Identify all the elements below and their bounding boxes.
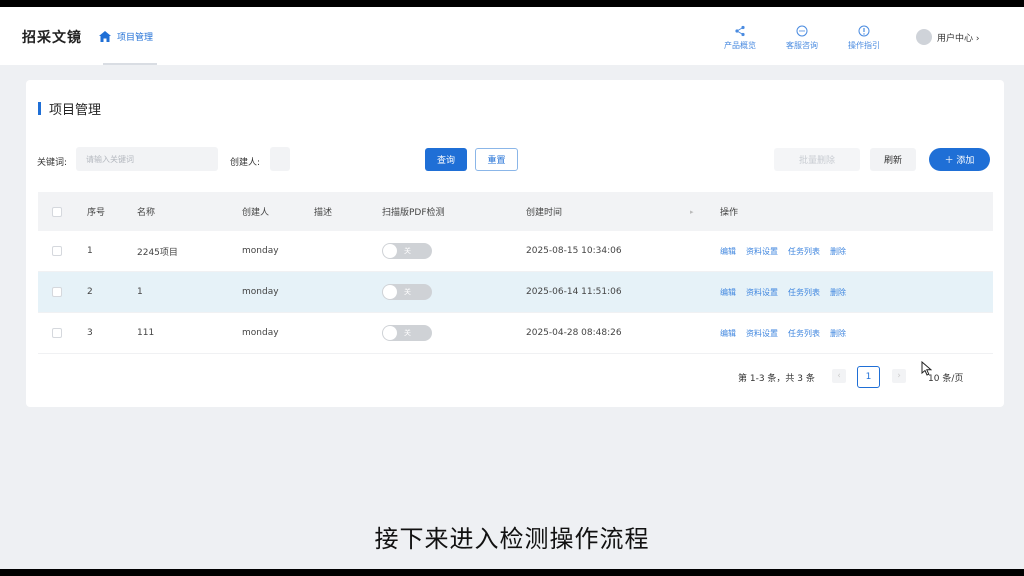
- nav-label: 产品概览: [724, 41, 756, 50]
- settings-link[interactable]: 资料设置: [746, 246, 778, 257]
- avatar: [916, 29, 932, 45]
- title-accent-bar: [38, 102, 41, 115]
- nav-product-overview[interactable]: 产品概览: [724, 25, 756, 51]
- toggle-label: 关: [404, 288, 411, 296]
- tab-underline: [103, 63, 157, 65]
- task-list-link[interactable]: 任务列表: [788, 287, 820, 298]
- prev-page-button[interactable]: ‹: [832, 369, 846, 383]
- cell-index: 1: [87, 246, 93, 256]
- nav-customer-service[interactable]: 客服咨询: [786, 25, 818, 51]
- batch-delete-button[interactable]: 批量删除: [774, 148, 860, 171]
- page-number-button[interactable]: 1: [857, 366, 880, 388]
- pdf-check-toggle[interactable]: 关: [382, 272, 432, 312]
- col-ops: 操作: [720, 208, 739, 218]
- page-title: 项目管理: [38, 99, 101, 118]
- task-list-link[interactable]: 任务列表: [788, 246, 820, 257]
- row-ops: 编辑 资料设置 任务列表 删除: [720, 272, 846, 312]
- page-title-text: 项目管理: [49, 103, 102, 118]
- refresh-button[interactable]: 刷新: [870, 148, 916, 171]
- cell-name: 1: [137, 287, 143, 297]
- toggle-label: 关: [404, 247, 411, 255]
- checkbox[interactable]: [52, 246, 62, 256]
- col-created: 创建时间: [526, 208, 563, 218]
- user-center[interactable]: 用户中心 ›: [916, 29, 979, 45]
- row-ops: 编辑 资料设置 任务列表 删除: [720, 231, 846, 271]
- task-list-link[interactable]: 任务列表: [788, 328, 820, 339]
- settings-link[interactable]: 资料设置: [746, 328, 778, 339]
- pdf-check-toggle[interactable]: 关: [382, 231, 432, 271]
- delete-link[interactable]: 删除: [830, 328, 846, 339]
- table-header: 序号 名称 创建人 描述 扫描版PDF检测 创建时间 ▸ 操作: [38, 192, 993, 231]
- delete-link[interactable]: 删除: [830, 287, 846, 298]
- breadcrumb-label: 项目管理: [117, 33, 154, 43]
- cell-created: 2025-04-28 08:48:26: [526, 328, 622, 338]
- breadcrumb[interactable]: 项目管理: [99, 30, 153, 43]
- row-checkbox[interactable]: [52, 231, 62, 271]
- chat-icon: [796, 25, 808, 37]
- edit-link[interactable]: 编辑: [720, 246, 736, 257]
- col-creator: 创建人: [242, 208, 270, 218]
- creator-input[interactable]: [270, 147, 290, 171]
- video-subtitle: 接下来进入检测操作流程: [374, 525, 650, 553]
- checkbox[interactable]: [52, 287, 62, 297]
- settings-link[interactable]: 资料设置: [746, 287, 778, 298]
- col-name: 名称: [137, 208, 156, 218]
- table-row: 3 111 monday 关 2025-04-28 08:48:26 编辑 资料…: [38, 313, 993, 354]
- cell-name: 111: [137, 328, 155, 338]
- project-card: 项目管理 关键词: 请输入关键词 创建人: 查询 重置 批量删除 刷新 ＋ 添加…: [26, 80, 1004, 407]
- col-index: 序号: [87, 208, 106, 218]
- pdf-check-toggle[interactable]: 关: [382, 313, 432, 353]
- checkbox[interactable]: [52, 206, 62, 217]
- table-row: 1 2245项目 monday 关 2025-08-15 10:34:06 编辑…: [38, 231, 993, 272]
- delete-link[interactable]: 删除: [830, 246, 846, 257]
- info-icon: [858, 25, 870, 37]
- row-checkbox[interactable]: [52, 272, 62, 312]
- keyword-label: 关键词:: [37, 158, 68, 168]
- cell-created: 2025-06-14 11:51:06: [526, 287, 622, 297]
- select-all-checkbox[interactable]: [52, 192, 62, 231]
- cell-creator: monday: [242, 246, 279, 256]
- mouse-cursor-icon: [921, 361, 932, 376]
- next-page-button[interactable]: ›: [892, 369, 906, 383]
- sort-icon[interactable]: ▸: [690, 192, 694, 231]
- checkbox[interactable]: [52, 328, 62, 338]
- top-bar: 招采文镜 项目管理 产品概览 客服咨询 操作指引 用户中心 ›: [0, 7, 1024, 65]
- table-row: 2 1 monday 关 2025-06-14 11:51:06 编辑 资料设置…: [38, 272, 993, 313]
- row-checkbox[interactable]: [52, 313, 62, 353]
- cell-index: 3: [87, 328, 93, 338]
- toggle-label: 关: [404, 329, 411, 337]
- app-screen: 招采文镜 项目管理 产品概览 客服咨询 操作指引 用户中心 › 项目管理 关键词…: [0, 7, 1024, 569]
- nav-label: 客服咨询: [786, 41, 818, 50]
- cell-name: 2245项目: [137, 247, 178, 258]
- col-desc: 描述: [314, 208, 333, 218]
- row-ops: 编辑 资料设置 任务列表 删除: [720, 313, 846, 353]
- page-size-select[interactable]: 10 条/页: [928, 371, 963, 384]
- cell-created: 2025-08-15 10:34:06: [526, 246, 622, 256]
- home-icon: [99, 31, 111, 42]
- cell-index: 2: [87, 287, 93, 297]
- nav-guide[interactable]: 操作指引: [848, 25, 880, 51]
- col-pdf-check: 扫描版PDF检测: [382, 208, 445, 218]
- cell-creator: monday: [242, 287, 279, 297]
- app-logo: 招采文镜: [22, 30, 82, 46]
- cell-creator: monday: [242, 328, 279, 338]
- reset-button[interactable]: 重置: [475, 148, 518, 171]
- add-button[interactable]: ＋ 添加: [929, 148, 990, 171]
- edit-link[interactable]: 编辑: [720, 287, 736, 298]
- keyword-input[interactable]: 请输入关键词: [76, 147, 218, 171]
- nav-label: 操作指引: [848, 41, 880, 50]
- creator-label: 创建人:: [230, 158, 261, 168]
- edit-link[interactable]: 编辑: [720, 328, 736, 339]
- pagination-total: 第 1-3 条，共 3 条: [738, 374, 815, 384]
- share-icon: [735, 25, 745, 37]
- user-center-label: 用户中心 ›: [937, 33, 980, 44]
- search-button[interactable]: 查询: [425, 148, 467, 171]
